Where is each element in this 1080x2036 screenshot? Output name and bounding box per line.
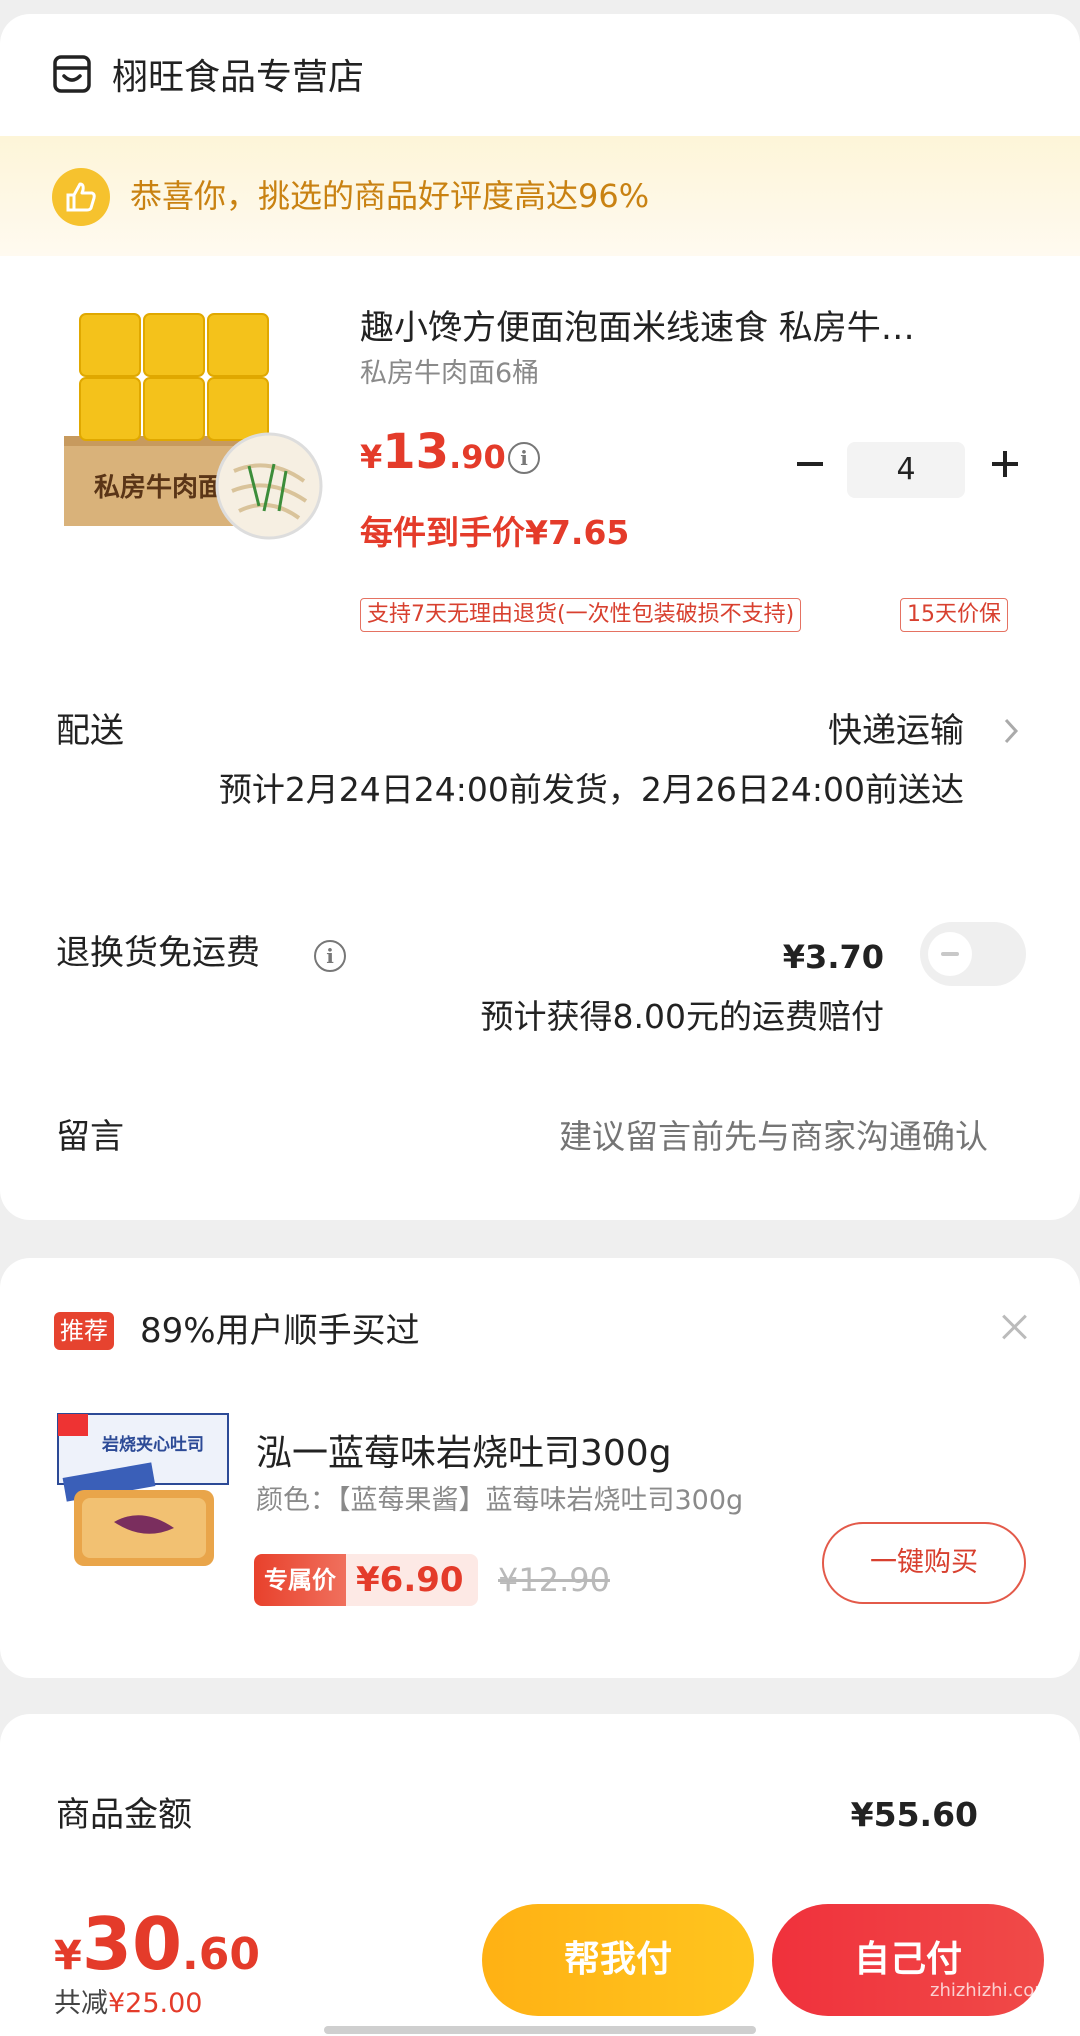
quantity-decrease-button[interactable] xyxy=(790,444,830,484)
recommended-product-spec: 颜色：【蓝莓果酱】蓝莓味岩烧吐司300g xyxy=(256,1485,744,1516)
total-decimal: .60 xyxy=(182,1929,260,1980)
return-shipping-label: 退换货免运费 xyxy=(56,933,260,973)
rating-banner: 恭喜你，挑选的商品好评度高达96% xyxy=(0,136,1080,256)
delivery-method[interactable]: 快递运输 xyxy=(828,708,964,754)
goods-amount-value: ¥55.60 xyxy=(850,1795,978,1834)
close-icon[interactable] xyxy=(998,1310,1032,1344)
delivery-label: 配送 xyxy=(56,711,124,751)
return-shipping-toggle[interactable] xyxy=(920,922,1026,986)
product-title[interactable]: 趣小馋方便面泡面米线速食 私房牛… xyxy=(360,306,1000,350)
exclusive-price: 专属价 ¥6.90 xyxy=(254,1554,478,1606)
original-price: ¥12.90 xyxy=(498,1561,610,1599)
toggle-knob xyxy=(928,932,972,976)
quantity-increase-button[interactable] xyxy=(985,444,1025,484)
price-protection-tag: 15天价保 xyxy=(900,598,1008,632)
price-symbol: ¥ xyxy=(360,438,383,476)
recommended-product-image[interactable]: 岩烧夹心吐司 xyxy=(54,1410,232,1578)
svg-text:岩烧夹心吐司: 岩烧夹心吐司 xyxy=(101,1434,204,1455)
price-integer: 13 xyxy=(382,424,450,480)
exclusive-price-value: ¥6.90 xyxy=(346,1554,478,1606)
thumbs-up-icon xyxy=(52,168,110,226)
unit-price: 每件到手价¥7.65 xyxy=(360,513,630,552)
note-label: 留言 xyxy=(56,1117,124,1157)
return-shipping-info-icon[interactable]: i xyxy=(314,940,346,972)
saved-prefix: 共减 xyxy=(54,1988,108,2019)
rating-banner-text: 恭喜你，挑选的商品好评度高达96% xyxy=(130,177,650,215)
help-me-pay-button[interactable]: 帮我付 xyxy=(482,1904,754,2016)
recommendation-card: 推荐 89%用户顺手买过 岩烧夹心吐司 泓一蓝莓味岩烧吐司300g 颜色：【蓝莓… xyxy=(0,1258,1080,1678)
total-integer: 30 xyxy=(81,1902,183,1986)
price-info-icon[interactable]: i xyxy=(508,442,540,474)
recommendation-title: 89%用户顺手买过 xyxy=(140,1311,420,1351)
saved-amount: ¥25.00 xyxy=(108,1988,203,2019)
exclusive-price-label: 专属价 xyxy=(254,1554,346,1606)
quantity-input[interactable] xyxy=(847,442,965,498)
return-policy-tag: 支持7天无理由退货(一次性包装破损不支持) xyxy=(360,598,802,632)
svg-text:私房牛肉面: 私房牛肉面 xyxy=(94,473,224,503)
one-click-buy-button[interactable]: 一键购买 xyxy=(822,1522,1026,1604)
store-name[interactable]: 栩旺食品专营店 xyxy=(112,54,364,102)
product-image[interactable]: 私房牛肉面 xyxy=(64,306,326,556)
goods-amount-label: 商品金额 xyxy=(56,1795,192,1835)
chevron-right-icon[interactable] xyxy=(1000,714,1024,748)
note-input[interactable] xyxy=(428,1114,988,1160)
checkout-bar: ¥30.60 共减¥25.00 帮我付 自己付 zhizhizhi.com xyxy=(0,1884,1080,2036)
total-symbol: ¥ xyxy=(54,1933,82,1979)
recommend-badge: 推荐 xyxy=(54,1312,114,1350)
delivery-estimate: 预计2月24日24:00前发货，2月26日24:00前送达 xyxy=(218,770,964,809)
price-decimal: .90 xyxy=(449,438,506,476)
return-shipping-compensation: 预计获得8.00元的运费赔付 xyxy=(480,997,884,1036)
recommended-product-name[interactable]: 泓一蓝莓味岩烧吐司300g xyxy=(256,1430,672,1478)
order-card: 栩旺食品专营店 恭喜你，挑选的商品好评度高达96% 私房牛肉面 趣小馋方便面泡面… xyxy=(0,14,1080,1220)
watermark: zhizhizhi.com xyxy=(930,1980,1052,2001)
total-saved: 共减¥25.00 xyxy=(54,1986,202,2022)
store-icon xyxy=(52,54,92,94)
product-price: ¥13.90 xyxy=(360,424,506,491)
home-indicator[interactable] xyxy=(324,2026,756,2034)
product-spec[interactable]: 私房牛肉面6桶 xyxy=(360,356,539,392)
return-shipping-price: ¥3.70 xyxy=(782,938,884,976)
